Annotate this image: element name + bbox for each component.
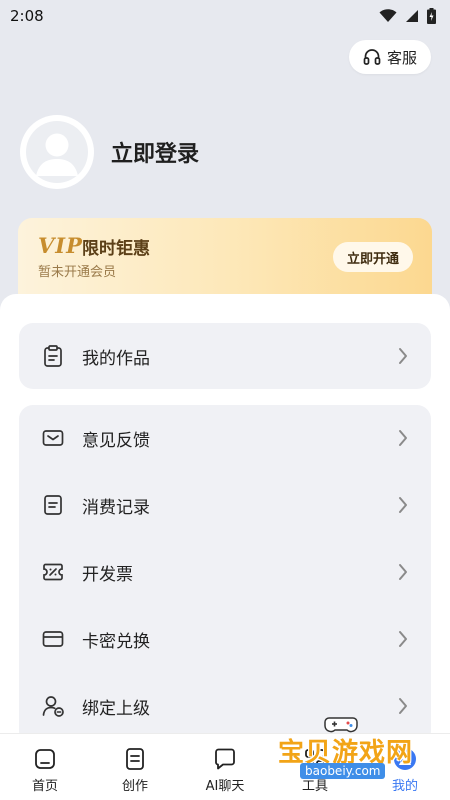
create-icon [126,748,144,770]
avatar[interactable] [20,115,94,189]
menu-item-feedback[interactable]: 意见反馈 [19,405,431,471]
vip-status: 暂未开通会员 [38,265,117,280]
status-icons [379,8,436,24]
menu-item-label: 绑定上级 [82,698,150,719]
tab-home[interactable]: 首页 [0,734,90,800]
battery-icon [427,8,436,24]
tab-label: 首页 [31,779,58,794]
signal-icon [406,10,418,22]
menu-item-label: 我的作品 [82,348,150,369]
customer-service-button[interactable]: 客服 [349,40,431,74]
user-link-icon [42,696,64,717]
vip-activate-button[interactable]: 立即开通 [333,242,413,272]
menu-item-my-works[interactable]: 我的作品 [19,323,431,389]
receipt-icon [44,495,62,515]
tab-label: AI聊天 [205,779,245,794]
chevron-right-icon [399,348,407,364]
menu-group-works: 我的作品 [19,323,431,389]
gamepad-icon [324,717,358,733]
menu-item-invoice[interactable]: 开发票 [19,539,431,605]
watermark-url: baobeiy.com [300,763,386,779]
customer-service-label: 客服 [386,48,417,67]
home-icon [35,749,55,769]
menu-item-label: 开发票 [82,564,133,585]
chevron-right-icon [399,497,407,513]
mail-icon [42,430,64,446]
menu-item-label: 卡密兑换 [82,631,150,652]
vip-logo: VIP [38,233,83,258]
invoice-ticket-icon [43,563,63,581]
default-avatar-icon [26,121,88,183]
headset-icon [363,49,381,65]
menu-item-label: 消费记录 [82,497,150,518]
menu-item-card-redeem[interactable]: 卡密兑换 [19,606,431,672]
menu-item-purchase-history[interactable]: 消费记录 [19,472,431,538]
chevron-right-icon [399,430,407,446]
tab-create[interactable]: 创作 [90,734,180,800]
vip-title: 限时钜惠 [82,239,150,259]
menu-item-label: 意见反馈 [82,430,150,451]
chevron-right-icon [399,631,407,647]
site-watermark: 宝贝游戏网 baobeiy.com [272,712,432,784]
chevron-right-icon [399,564,407,580]
menu-group-services: 意见反馈 消费记录 开发票 卡密兑换 绑定上级 [19,405,431,745]
clipboard-icon [44,345,62,367]
login-link[interactable]: 立即登录 [111,136,199,168]
tab-label: 创作 [121,779,148,794]
status-time: 2:08 [10,7,44,25]
card-icon [42,631,64,647]
chat-icon [215,748,235,770]
tab-ai-chat[interactable]: AI聊天 [180,734,270,800]
wifi-icon [379,9,397,22]
status-bar: 2:08 [0,0,450,32]
